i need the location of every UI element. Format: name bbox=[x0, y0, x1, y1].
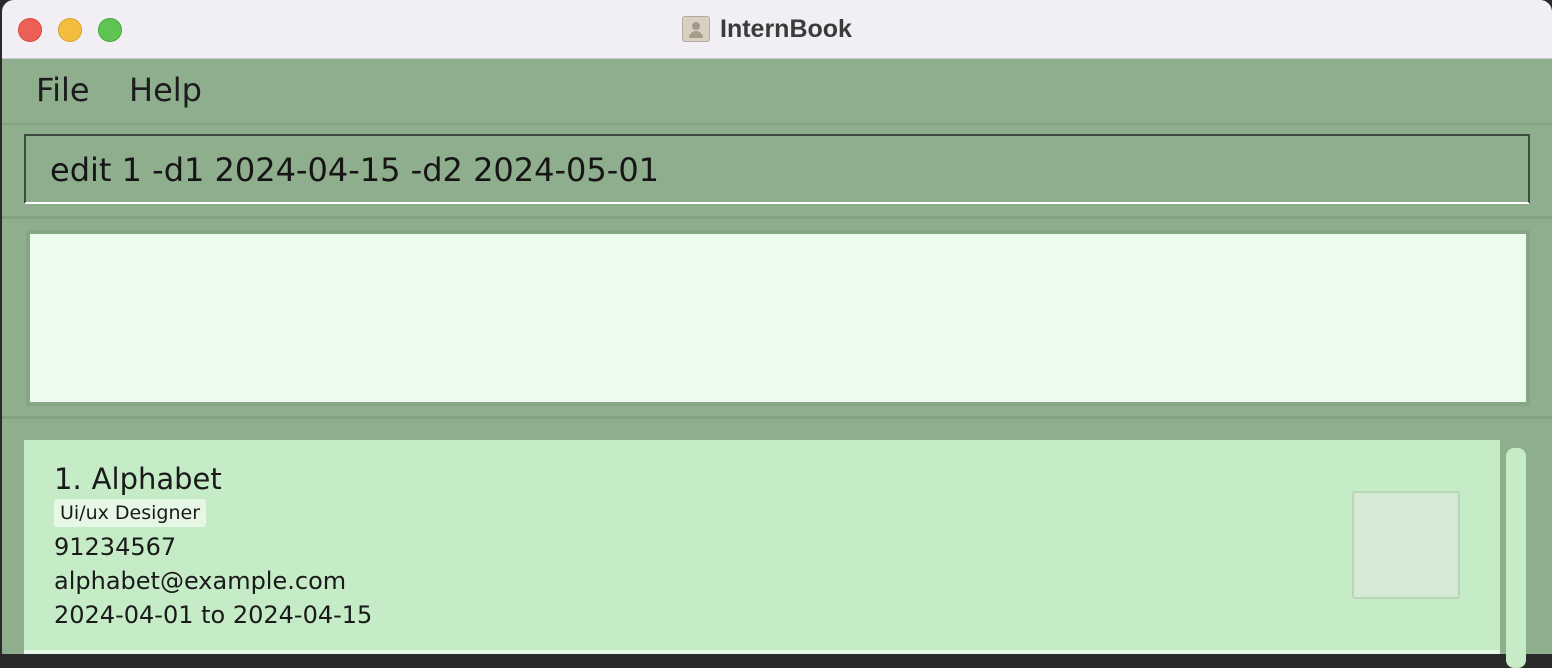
card-divider bbox=[24, 650, 1500, 654]
intern-name: Alphabet bbox=[91, 462, 222, 496]
close-window-button[interactable] bbox=[18, 18, 42, 42]
intern-index: 1. bbox=[54, 462, 82, 496]
divider bbox=[2, 216, 1552, 219]
window-title: InternBook bbox=[720, 14, 852, 43]
result-display[interactable] bbox=[26, 230, 1530, 406]
scrollbar-thumb[interactable] bbox=[1506, 448, 1526, 668]
intern-phone: 91234567 bbox=[54, 533, 177, 561]
photo-placeholder bbox=[1352, 491, 1460, 599]
intern-card[interactable]: 1. Alphabet Ui/ux Designer 91234567 alpha… bbox=[24, 440, 1500, 654]
command-input[interactable]: edit 1 -d1 2024-04-15 -d2 2024-05-01 bbox=[24, 134, 1530, 204]
intern-name-row: 1. Alphabet bbox=[54, 462, 222, 496]
maximize-window-button[interactable] bbox=[98, 18, 122, 42]
list-scrollbar[interactable] bbox=[1504, 440, 1550, 668]
minimize-window-button[interactable] bbox=[58, 18, 82, 42]
title-bar: InternBook bbox=[2, 0, 1552, 59]
command-input-text: edit 1 -d1 2024-04-15 -d2 2024-05-01 bbox=[50, 151, 660, 189]
role-tag: Ui/ux Designer bbox=[54, 499, 207, 527]
intern-dates: 2024-04-01 to 2024-04-15 bbox=[54, 601, 373, 629]
menu-file[interactable]: File bbox=[36, 71, 90, 109]
divider bbox=[2, 416, 1552, 419]
intern-email: alphabet@example.com bbox=[54, 567, 347, 595]
address-book-icon bbox=[682, 16, 710, 42]
menu-bar: File Help bbox=[2, 59, 1552, 125]
menu-help[interactable]: Help bbox=[129, 71, 202, 109]
window-title-group: InternBook bbox=[682, 14, 852, 44]
